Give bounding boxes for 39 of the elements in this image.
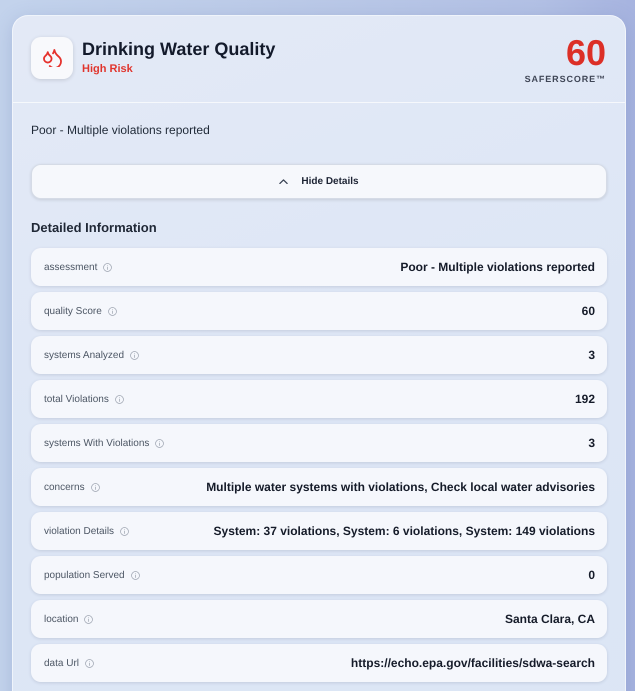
detail-label: systems With Violations xyxy=(44,438,150,448)
summary-text: Poor - Multiple violations reported xyxy=(31,122,211,138)
risk-label: High Risk xyxy=(82,63,134,75)
detail-label: data Url xyxy=(44,658,80,668)
detail-value: 3 xyxy=(588,436,595,450)
info-icon[interactable] xyxy=(130,350,140,360)
caret-icon xyxy=(279,178,288,184)
info-icon[interactable] xyxy=(120,526,130,536)
water-drops-icon xyxy=(31,37,73,79)
score-label: SAFERSCORE™ xyxy=(524,74,606,84)
info-icon[interactable] xyxy=(90,482,100,492)
detail-value: Santa Clara, CA xyxy=(504,612,595,626)
info-icon[interactable] xyxy=(155,438,164,448)
hide-details-button[interactable]: Hide Details xyxy=(31,164,607,199)
info-icon[interactable] xyxy=(114,394,124,404)
info-icon[interactable] xyxy=(130,570,140,580)
detail-label: concerns xyxy=(44,482,85,492)
detail-label: quality Score xyxy=(44,306,102,316)
detail-label: location xyxy=(44,614,78,624)
detail-label: total Violations xyxy=(44,394,109,404)
info-icon[interactable] xyxy=(108,306,117,316)
detail-value: 3 xyxy=(588,348,595,362)
card-title: Drinking Water Quality xyxy=(82,39,276,60)
info-icon[interactable] xyxy=(85,658,94,668)
detail-value: System: 37 violations, System: 6 violations, System: 149 violations xyxy=(214,524,595,538)
score-value: 60 xyxy=(566,36,606,70)
detail-label: violation Details xyxy=(44,526,114,536)
detail-label: systems Analyzed xyxy=(44,350,124,360)
info-icon[interactable] xyxy=(84,614,94,624)
detail-value: https://echo.epa.gov/facilities/sdwa-search xyxy=(350,656,595,670)
detail-value: 192 xyxy=(574,392,595,406)
detail-label: assessment xyxy=(44,262,98,272)
detail-value: 60 xyxy=(582,304,595,318)
section-heading: Detailed Information xyxy=(31,219,158,237)
detail-label: population Served xyxy=(44,570,125,580)
info-icon[interactable] xyxy=(103,262,112,272)
detail-value: Poor - Multiple violations reported xyxy=(400,260,595,274)
detail-value: 0 xyxy=(588,568,595,582)
detail-value: Multiple water systems with violations, Check local water advisories xyxy=(206,480,595,494)
